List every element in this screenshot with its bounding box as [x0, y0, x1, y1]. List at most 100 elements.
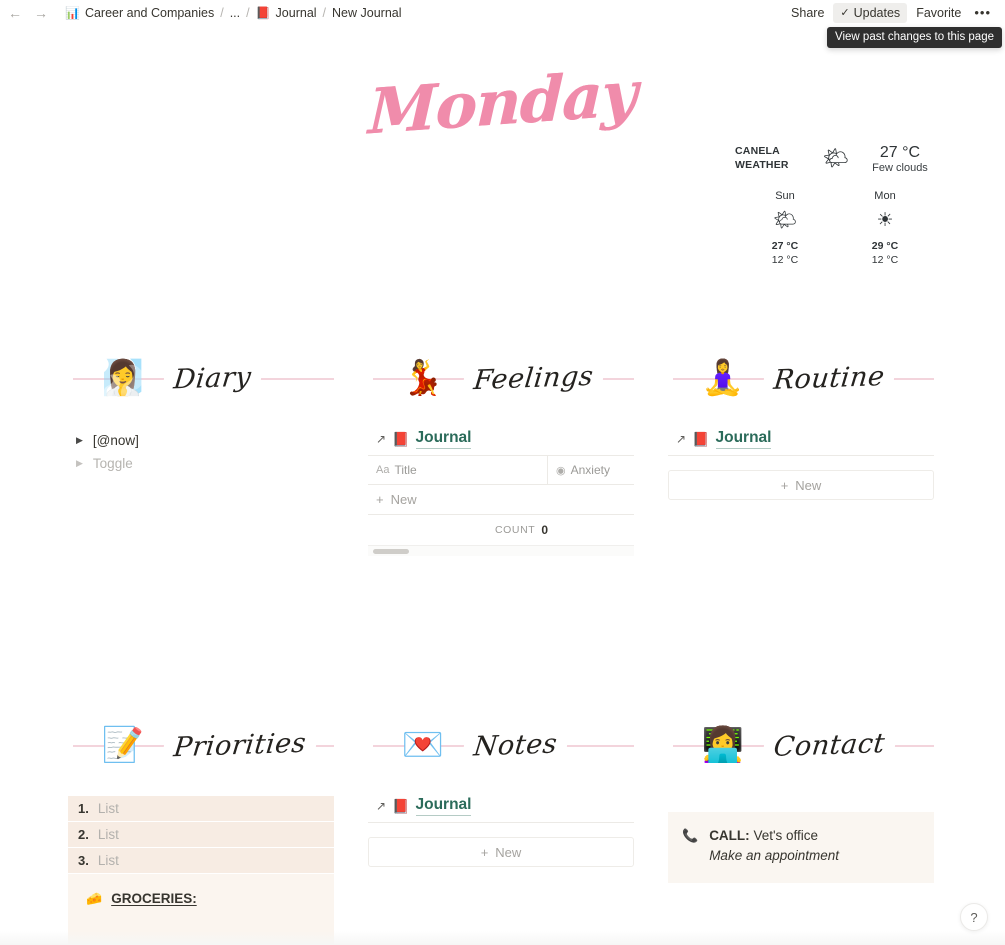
count-label: COUNT: [494, 524, 536, 536]
table-column-anxiety[interactable]: ◉ Anxiety: [548, 456, 634, 484]
pink-checklist-notepad-illustration: 📝: [101, 726, 145, 764]
toggle-block-empty[interactable]: ▶ Toggle: [68, 452, 334, 475]
select-icon: ◉: [556, 464, 566, 477]
toggle-label: Toggle: [92, 456, 133, 471]
breadcrumb-label: Career and Companies: [84, 5, 215, 20]
weather-current-temp: 27 °C: [879, 144, 921, 161]
callout-text: CALL: Vet's office Make an appointment: [709, 826, 839, 867]
back-arrow-icon[interactable]: ←: [8, 6, 22, 20]
updates-button[interactable]: ✓ Updates: [833, 2, 908, 23]
weather-city: CANELA WEATHER: [735, 145, 807, 171]
database-table: Aa Title ◉ Anxiety + New COUNT 0: [368, 455, 634, 556]
groceries-line: 🧀 GROCERIES:: [78, 891, 324, 906]
notebook-icon: 📕: [392, 798, 410, 814]
chevron-right-icon[interactable]: ▶: [76, 459, 83, 468]
linked-database-header[interactable]: ↗ 📕 Journal: [368, 429, 634, 449]
section-title-notes: Notes: [462, 727, 569, 763]
table-column-title[interactable]: Aa Title: [368, 456, 548, 484]
section-title-feelings: Feelings: [462, 360, 605, 396]
horizontal-scrollbar[interactable]: [368, 545, 634, 556]
new-item-button[interactable]: + New: [368, 837, 634, 867]
breadcrumb-separator: /: [220, 5, 224, 20]
section-header-routine: 🧘‍♀️ Routine: [668, 343, 934, 413]
list-item[interactable]: 3. List: [68, 848, 334, 873]
forecast-day-name: Mon: [874, 190, 896, 203]
forward-arrow-icon[interactable]: →: [34, 6, 48, 20]
linked-database-title[interactable]: Journal: [715, 429, 772, 449]
weather-forecast: Sun 🌤 27 °C 12 °C Mon ☀ 29 °C 12 °C: [735, 190, 935, 267]
linked-database-title[interactable]: Journal: [415, 796, 472, 816]
page-title: Monday: [367, 56, 638, 149]
favorite-button[interactable]: Favorite: [909, 3, 968, 23]
forecast-day-name: Sun: [775, 190, 795, 203]
linked-database-title[interactable]: Journal: [415, 429, 472, 449]
page-content: Monday CANELA WEATHER 🌤 27 °C Few clouds…: [0, 25, 1005, 945]
sun-icon: ☀: [876, 210, 894, 232]
list-item[interactable]: 1. List: [68, 796, 334, 821]
section-notes: 💌 Notes ↗ 📕 Journal + New: [368, 710, 634, 945]
linked-database-header[interactable]: ↗ 📕 Journal: [368, 796, 634, 816]
updates-tooltip: View past changes to this page: [827, 27, 1002, 48]
open-link-icon[interactable]: ↗: [676, 433, 686, 445]
new-label: New: [795, 477, 822, 493]
callout-italic: Make an appointment: [709, 848, 840, 864]
open-link-icon[interactable]: ↗: [376, 800, 386, 812]
section-header-diary: 🧖‍♀️ Diary: [68, 343, 334, 413]
breadcrumb-label: ...: [229, 5, 241, 20]
section-body-diary: ▶ [@now] ▶ Toggle: [68, 413, 334, 475]
linked-database-header[interactable]: ↗ 📕 Journal: [668, 429, 934, 449]
list-text: List: [97, 853, 119, 868]
forecast-low: 12 °C: [771, 254, 799, 267]
column-label: Anxiety: [570, 463, 610, 477]
top-bar: ← → 📊 Career and Companies / ... / 📕 Jou…: [0, 0, 1005, 48]
breadcrumb-item-journal[interactable]: 📕 Journal: [251, 4, 322, 22]
toggle-block-now[interactable]: ▶ [@now]: [68, 429, 334, 452]
weather-widget: CANELA WEATHER 🌤 27 °C Few clouds Sun 🌤 …: [735, 143, 935, 268]
weather-current-desc: Few clouds: [872, 162, 928, 175]
new-item-button[interactable]: + New: [668, 470, 934, 500]
check-icon: ✓: [840, 7, 850, 19]
section-body-feelings: ↗ 📕 Journal Aa Title ◉ Anxiety + New COU…: [368, 413, 634, 556]
breadcrumb-label: New Journal: [332, 5, 402, 20]
updates-label: Updates: [853, 5, 901, 20]
weather-forecast-day: Mon ☀ 29 °C 12 °C: [835, 190, 935, 267]
weather-city-line2: WEATHER: [735, 158, 789, 171]
notebook-icon: 📕: [392, 431, 410, 447]
weather-current-readout: 27 °C Few clouds: [865, 143, 935, 174]
scrollbar-thumb[interactable]: [373, 549, 409, 554]
section-header-contact: 👩‍💻 Contact: [668, 710, 934, 780]
chevron-right-icon[interactable]: ▶: [76, 436, 83, 445]
section-body-contact: 📞 CALL: Vet's office Make an appointment: [668, 780, 934, 883]
section-body-routine: ↗ 📕 Journal + New: [668, 413, 934, 500]
breadcrumb-item-new-journal[interactable]: New Journal: [327, 4, 406, 22]
section-header-notes: 💌 Notes: [368, 710, 634, 780]
help-button[interactable]: ?: [960, 903, 988, 931]
breadcrumb-label: Journal: [275, 5, 317, 20]
section-routine: 🧘‍♀️ Routine ↗ 📕 Journal + New: [668, 343, 934, 556]
share-button[interactable]: Share: [784, 3, 831, 23]
table-footer-count[interactable]: COUNT 0: [368, 515, 634, 545]
list-text: List: [97, 801, 119, 816]
section-header-feelings: 💃 Feelings: [368, 343, 634, 413]
chart-icon: 📊: [65, 5, 80, 20]
section-body-notes: ↗ 📕 Journal + New: [368, 780, 634, 867]
list-item[interactable]: 2. List: [68, 822, 334, 847]
open-link-icon[interactable]: ↗: [376, 433, 386, 445]
forecast-low: 12 °C: [871, 254, 899, 267]
notebook-icon: 📕: [692, 431, 710, 447]
section-title-routine: Routine: [762, 360, 897, 396]
section-diary: 🧖‍♀️ Diary ▶ [@now] ▶ Toggle: [68, 343, 334, 556]
more-options-icon[interactable]: •••: [970, 2, 995, 23]
cheese-icon: 🧀: [86, 891, 103, 906]
callout-block[interactable]: 📞 CALL: Vet's office Make an appointment: [668, 812, 934, 883]
section-title-contact: Contact: [762, 727, 897, 763]
new-label: New: [495, 844, 522, 860]
breadcrumb-item-career-and-companies[interactable]: 📊 Career and Companies: [60, 4, 219, 22]
table-header-row: Aa Title ◉ Anxiety: [368, 456, 634, 485]
table-new-row-button[interactable]: + New: [368, 485, 634, 515]
breadcrumb-item-ellipsis[interactable]: ...: [225, 4, 245, 22]
groceries-label: GROCERIES:: [111, 891, 197, 906]
section-body-priorities: 1. List 2. List 3. List 🧀 GROCERIES:: [68, 780, 334, 945]
sun-behind-cloud-icon: 🌤: [772, 210, 798, 232]
weather-forecast-day: Sun 🌤 27 °C 12 °C: [735, 190, 835, 267]
